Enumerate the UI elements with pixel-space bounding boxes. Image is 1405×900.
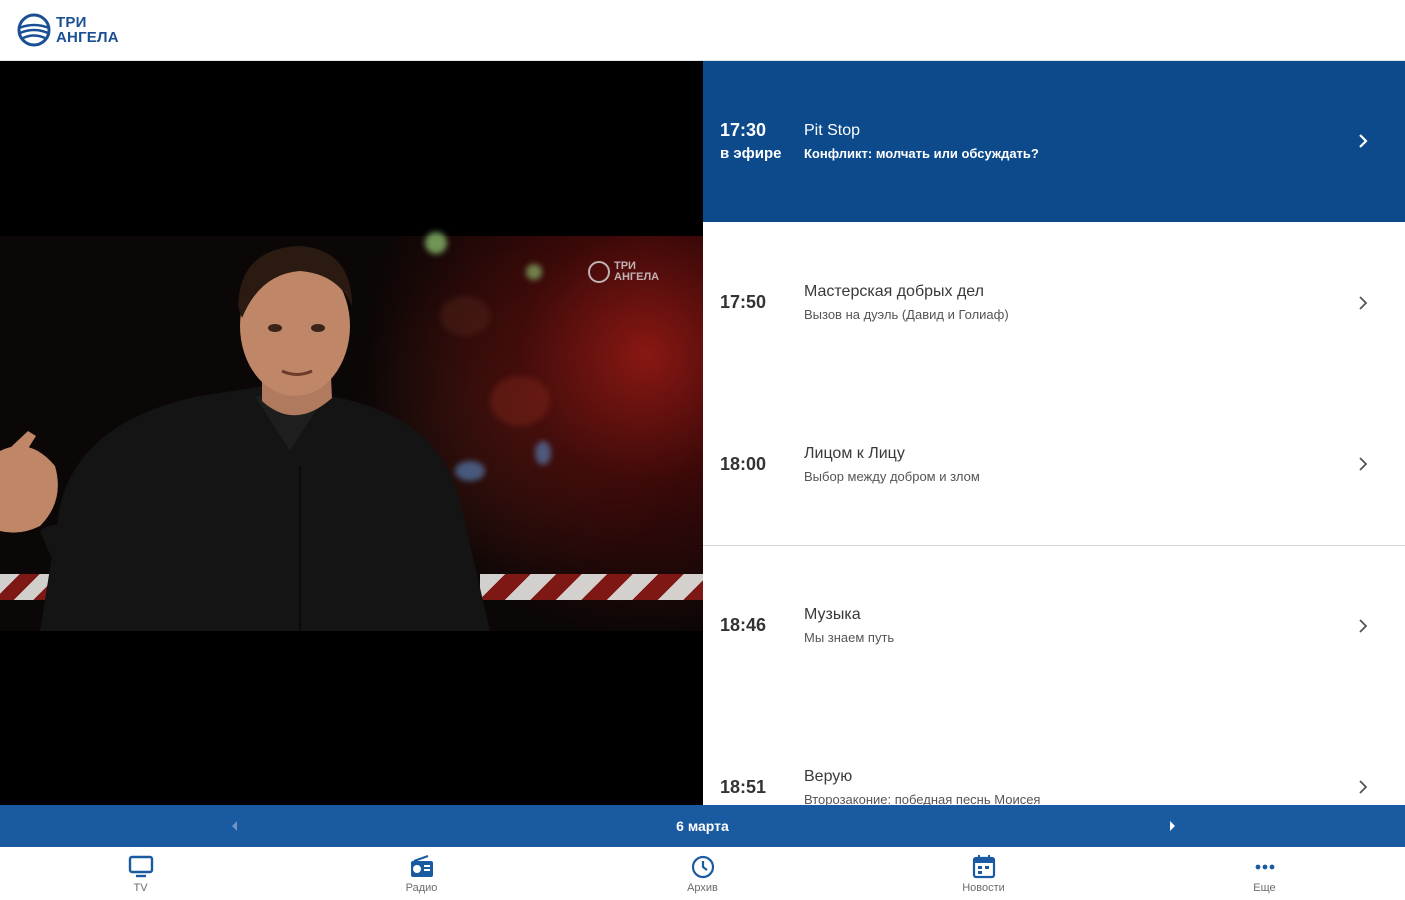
schedule-info: Лицом к Лицу Выбор между добром и злом (804, 445, 1343, 484)
clock-icon (691, 855, 714, 878)
schedule-time: 17:30 в эфире (720, 120, 804, 162)
program-title: Лицом к Лицу (804, 444, 905, 462)
previous-day-button[interactable] (228, 818, 242, 834)
schedule-info: Мастерская добрых дел Вызов на дуэль (Да… (804, 283, 1343, 322)
presenter-figure (0, 246, 490, 631)
program-title: Музыка (804, 606, 861, 624)
schedule-time: 18:46 (720, 615, 767, 636)
logo-text: ТРИ АНГЕЛА (56, 15, 119, 45)
chevron-right-icon[interactable] (1343, 780, 1383, 794)
app-header: ТРИ АНГЕЛА (0, 0, 1405, 61)
program-title: Pit Stop (804, 121, 861, 139)
program-schedule-list[interactable]: 17:30 в эфире Pit Stop Конфликт: молчать… (703, 61, 1405, 805)
nav-archive[interactable]: Архив (562, 847, 843, 900)
program-title: Мастерская добрых дел (804, 283, 984, 301)
more-icon (1255, 864, 1274, 869)
chevron-right-icon[interactable] (1343, 134, 1383, 149)
nav-label: Радио (405, 881, 438, 894)
nav-tv[interactable]: TV (0, 847, 281, 900)
calendar-icon (972, 854, 995, 878)
schedule-info: Pit Stop Конфликт: молчать или обсуждать… (804, 122, 1343, 161)
chevron-right-icon[interactable] (1343, 619, 1383, 633)
watermark-line2: АНГЕЛА (614, 271, 660, 283)
nav-label: Архив (687, 881, 718, 894)
nav-label: Новости (962, 881, 1005, 894)
chevron-right-icon[interactable] (1343, 296, 1383, 310)
program-subtitle: Выбор между добром и злом (804, 468, 980, 484)
schedule-item[interactable]: 17:50 Мастерская добрых дел Вызов на дуэ… (703, 223, 1405, 384)
tv-icon (128, 855, 153, 877)
schedule-time: 17:50 (720, 292, 767, 313)
watermark-globe-icon (588, 261, 610, 283)
nav-label: TV (133, 881, 148, 894)
schedule-info: Музыка Мы знаем путь (804, 606, 1343, 645)
program-subtitle: Вызов на дуэль (Давид и Голиаф) (804, 307, 1009, 323)
app-logo[interactable]: ТРИ АНГЕЛА (16, 12, 119, 48)
program-subtitle: Второзаконие: победная песнь Моисея (804, 791, 1041, 805)
next-day-button[interactable] (1165, 818, 1179, 834)
schedule-time: 18:51 (720, 776, 767, 797)
program-subtitle: Конфликт: молчать или обсуждать? (804, 145, 1039, 161)
channel-watermark: ТРИ АНГЕЛА (588, 261, 659, 283)
video-frame: ТРИ АНГЕЛА (0, 232, 703, 631)
schedule-info: Верую Второзаконие: победная песнь Моисе… (804, 768, 1343, 805)
logo-line1: ТРИ (56, 14, 87, 31)
date-navigation-bar: 6 марта (0, 805, 1405, 847)
schedule-time-value: 17:30 (720, 120, 767, 141)
logo-line2: АНГЕЛА (56, 29, 119, 46)
on-air-label: в эфире (720, 145, 782, 163)
schedule-item[interactable]: 17:30 в эфире Pit Stop Конфликт: молчать… (703, 61, 1405, 223)
video-player[interactable]: ТРИ АНГЕЛА (0, 61, 703, 805)
chevron-right-icon[interactable] (1343, 457, 1383, 471)
schedule-item[interactable]: 18:00 Лицом к Лицу Выбор между добром и … (703, 384, 1405, 546)
schedule-time: 18:00 (720, 453, 767, 474)
current-date: 6 марта (676, 818, 729, 834)
schedule-item[interactable]: 18:51 Верую Второзаконие: победная песнь… (703, 707, 1405, 805)
program-title: Верую (804, 767, 853, 785)
bottom-navigation: TV Радио Архив Новости Еще (0, 847, 1405, 900)
program-subtitle: Мы знаем путь (804, 630, 895, 646)
app-window: ТРИ АНГЕЛА ТРИ АНГЕЛА 17:30 в эфире Pit … (0, 0, 1405, 900)
logo-globe-icon (17, 13, 51, 47)
radio-icon (410, 854, 433, 877)
nav-more[interactable]: Еще (1124, 847, 1405, 900)
nav-label: Еще (1253, 881, 1276, 894)
schedule-item[interactable]: 18:46 Музыка Мы знаем путь (703, 546, 1405, 707)
nav-news[interactable]: Новости (843, 847, 1124, 900)
nav-radio[interactable]: Радио (281, 847, 562, 900)
